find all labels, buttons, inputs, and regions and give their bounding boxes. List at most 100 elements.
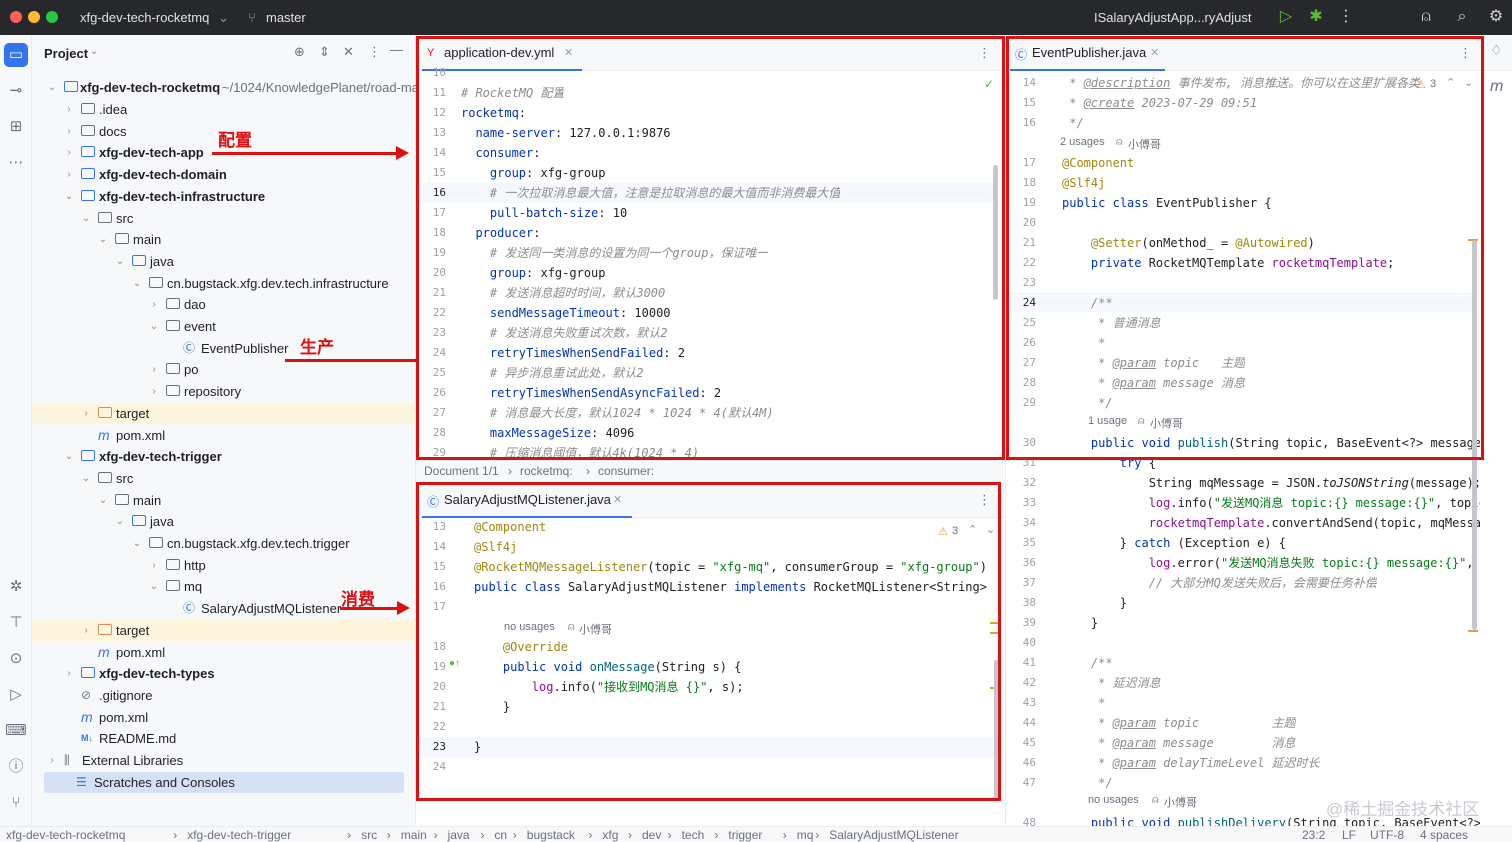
usage-hint[interactable]: no usages xyxy=(504,621,555,633)
code-line[interactable]: * @create 2023-07-29 09:51 xyxy=(1062,93,1257,113)
prev-highlight-icon[interactable]: ⌃ xyxy=(1446,76,1455,89)
tree-item[interactable]: › repository xyxy=(32,381,416,402)
code-line[interactable]: public class SalaryAdjustMQListener impl… xyxy=(474,577,994,597)
chevron-right-icon[interactable]: › xyxy=(63,663,75,684)
maximize-window-button[interactable] xyxy=(46,11,58,23)
code-line[interactable]: public class EventPublisher { xyxy=(1062,193,1272,213)
code-line[interactable]: * xyxy=(1062,693,1105,713)
build-icon[interactable]: ⊤ xyxy=(4,611,28,635)
status-path-segment[interactable]: xfg xyxy=(602,828,618,842)
code-line[interactable]: sendMessageTimeout: 10000 xyxy=(461,303,671,323)
maven-icon[interactable]: m xyxy=(1490,78,1503,96)
run-icon[interactable]: ▷ xyxy=(1276,7,1296,27)
status-path-segment[interactable]: cn xyxy=(494,828,507,842)
tab-event-publisher[interactable]: EventPublisher.java xyxy=(1032,45,1146,60)
code-line[interactable]: # 消息最大长度，默认1024 * 1024 * 4(默认4M) xyxy=(461,403,774,423)
usage-hint[interactable]: no usages xyxy=(1088,794,1139,806)
code-line[interactable]: rocketmq: xyxy=(461,103,526,123)
tree-item[interactable]: ⌄ event xyxy=(32,316,416,337)
status-path-segment[interactable]: xfg-dev-tech-trigger xyxy=(187,828,291,842)
chevron-right-icon[interactable]: › xyxy=(80,620,92,641)
scrollbar[interactable] xyxy=(993,165,998,300)
project-panel-title[interactable]: Project xyxy=(44,46,88,61)
more-icon[interactable]: ⋮ xyxy=(978,492,991,508)
chevron-right-icon[interactable]: › xyxy=(63,164,75,185)
code-line[interactable]: # 一次拉取消息最大值，注意是拉取消息的最大值而非消费最大值 xyxy=(461,183,840,203)
code-line[interactable]: * @param delayTimeLevel 延迟时长 xyxy=(1062,753,1319,773)
debug-tool-icon[interactable]: ✲ xyxy=(4,575,28,599)
gutter-implement-icon[interactable]: ●↑ xyxy=(449,658,460,669)
code-line[interactable]: pull-batch-size: 10 xyxy=(461,203,627,223)
code-line[interactable]: retryTimesWhenSendFailed: 2 xyxy=(461,343,685,363)
code-line[interactable]: private RocketMQTemplate rocketmqTemplat… xyxy=(1062,253,1394,273)
code-line[interactable]: maxMessageSize: 4096 xyxy=(461,423,635,443)
hide-icon[interactable]: — xyxy=(390,42,403,57)
code-line[interactable]: // 大部分MQ发送失败后，会需要任务补偿 xyxy=(1062,573,1377,593)
prev-highlight-icon[interactable]: ⌃ xyxy=(968,523,977,536)
chevron-down-icon[interactable]: ⌄ xyxy=(114,511,126,532)
code-line[interactable]: * 延迟消息 xyxy=(1062,673,1160,693)
code-line[interactable]: } xyxy=(1062,613,1098,633)
code-line[interactable]: */ xyxy=(1062,773,1112,793)
code-line[interactable]: @Setter(onMethod_ = @Autowired) xyxy=(1062,233,1315,253)
code-line[interactable]: consumer: xyxy=(461,143,540,163)
chevron-right-icon[interactable]: › xyxy=(80,403,92,424)
tree-item[interactable]: ⌄ cn.bugstack.xfg.dev.tech.infrastructure xyxy=(32,273,416,294)
tab-application-dev-yml[interactable]: application-dev.yml xyxy=(444,45,554,60)
code-line[interactable]: name-server: 127.0.0.1:9876 xyxy=(461,123,670,143)
run-config-selector[interactable]: ISalaryAdjustApp...ryAdjust xyxy=(1094,10,1252,25)
tree-item[interactable]: › target xyxy=(32,619,416,641)
close-window-button[interactable] xyxy=(10,11,22,23)
code-line[interactable]: /** xyxy=(1062,653,1113,673)
chevron-down-icon[interactable]: ⌄ xyxy=(97,490,109,511)
chevron-down-icon[interactable]: ⌄ xyxy=(131,533,143,554)
code-line[interactable]: @Slf4j xyxy=(474,537,517,557)
code-line[interactable]: # 异步消息重试此处，默认2 xyxy=(461,363,644,383)
code-line[interactable]: @Slf4j xyxy=(1062,173,1105,193)
code-line[interactable]: try { xyxy=(1062,453,1156,473)
notifications-icon[interactable]: ♢ xyxy=(1490,42,1503,59)
tree-item[interactable]: ⌄ java xyxy=(32,511,416,532)
chevron-down-icon[interactable]: ⌄ xyxy=(63,186,75,207)
code-line[interactable]: # 发送消息失败重试次数，默认2 xyxy=(461,323,668,343)
tree-root[interactable]: ⌄ xfg-dev-tech-rocketmq ~/1024/Knowledge… xyxy=(32,77,419,98)
tab-salary-adjust-mq-listener[interactable]: SalaryAdjustMQListener.java xyxy=(444,492,611,507)
status-path-segment[interactable]: xfg-dev-tech-rocketmq xyxy=(6,828,125,842)
author-hint[interactable]: 小傅哥 xyxy=(1128,136,1161,152)
chevron-down-icon[interactable]: ⌄ xyxy=(80,208,92,229)
status-path-segment[interactable]: SalaryAdjustMQListener xyxy=(829,828,958,842)
status-path-segment[interactable]: main xyxy=(401,828,427,842)
breadcrumb-consumer[interactable]: consumer: xyxy=(598,464,654,478)
code-line[interactable]: group: xfg-group xyxy=(461,163,606,183)
tree-item[interactable]: › ⫼ External Libraries xyxy=(32,750,416,771)
chevron-down-icon[interactable]: ⌄ xyxy=(114,251,126,272)
tree-item[interactable]: › .idea xyxy=(32,99,416,120)
status-path-segment[interactable]: dev xyxy=(642,828,661,842)
tree-item[interactable]: ⌄ xfg-dev-tech-trigger xyxy=(32,446,416,467)
tree-item[interactable]: ☰ Scratches and Consoles xyxy=(44,771,404,793)
code-line[interactable]: public void onMessage(String s) { xyxy=(474,657,741,677)
scrollbar[interactable] xyxy=(994,660,999,800)
code-line[interactable]: String mqMessage = JSON.toJSONString(mes… xyxy=(1062,473,1480,493)
options-icon[interactable]: ⋮ xyxy=(368,44,381,60)
tree-item[interactable]: M↓ README.md xyxy=(32,728,416,749)
collapse-icon[interactable]: ✕ xyxy=(343,44,354,60)
code-line[interactable]: group: xfg-group xyxy=(461,263,606,283)
code-line[interactable]: log.info("接收到MQ消息 {}", s); xyxy=(474,677,744,697)
code-line[interactable]: public void publish(String topic, BaseEv… xyxy=(1062,433,1480,453)
warning-icon[interactable]: ⚠ xyxy=(938,525,948,538)
tree-item[interactable]: ⌄ src xyxy=(32,468,416,489)
more-tools-icon[interactable]: ⋯ xyxy=(4,151,28,175)
code-line[interactable]: rocketmqTemplate.convertAndSend(topic, m… xyxy=(1062,513,1480,533)
code-line[interactable]: * 普通消息 xyxy=(1062,313,1160,333)
chevron-right-icon[interactable]: › xyxy=(63,121,75,142)
code-line[interactable]: @RocketMQMessageListener(topic = "xfg-mq… xyxy=(474,557,987,577)
chevron-right-icon[interactable]: › xyxy=(148,359,160,380)
chevron-down-icon[interactable]: ⌄ xyxy=(148,316,160,337)
minimize-window-button[interactable] xyxy=(28,11,40,23)
more-icon[interactable]: ⋮ xyxy=(978,45,991,61)
code-line[interactable]: } xyxy=(1062,593,1127,613)
code-line[interactable]: # 发送消息超时时间，默认3000 xyxy=(461,283,665,303)
tree-item[interactable]: ⌄ java xyxy=(32,251,416,272)
chevron-down-icon[interactable]: ⌄ xyxy=(148,576,160,597)
